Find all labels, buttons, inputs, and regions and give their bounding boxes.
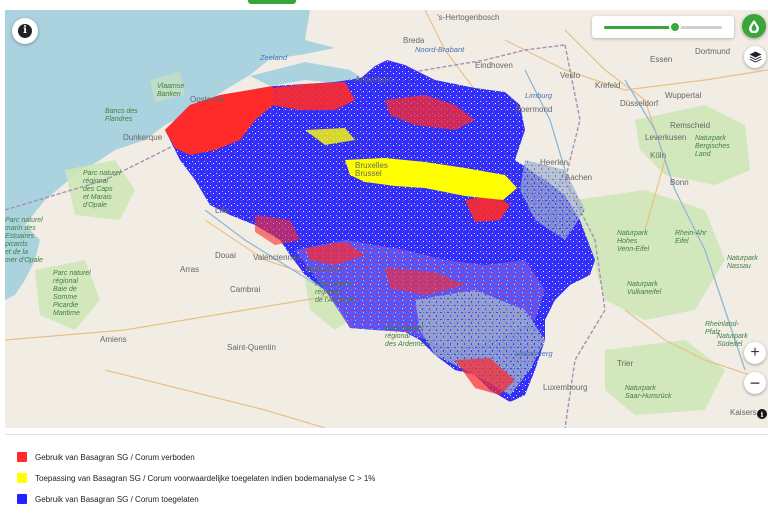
- label-arras: Arras: [180, 265, 199, 274]
- label-wuppertal: Wuppertal: [665, 91, 702, 100]
- label-leverkusen: Leverkusen: [645, 133, 686, 142]
- minus-icon: −: [749, 373, 761, 393]
- legend-label: Gebruik van Basagran SG / Corum toegelat…: [35, 494, 199, 504]
- label-essen: Essen: [650, 55, 672, 64]
- label-eindhoven: Eindhoven: [475, 61, 513, 70]
- label-venlo: Venlo: [560, 71, 581, 80]
- map-viewport[interactable]: 's-Hertogenbosch Breda Noord-Brabant Ein…: [5, 10, 768, 428]
- page: 's-Hertogenbosch Breda Noord-Brabant Ein…: [0, 0, 768, 512]
- label-letzebuerg: Lëtzebuerg: [515, 349, 553, 358]
- legend-item-conditional: Toepassing van Basagran SG / Corum voorw…: [17, 471, 375, 485]
- label-dunkerque: Dunkerque: [123, 133, 163, 142]
- legend-item-forbidden: Gebruik van Basagran SG / Corum verboden: [17, 450, 195, 464]
- attribution-icon: i: [760, 409, 764, 419]
- label-cambrai: Cambrai: [230, 285, 260, 294]
- map-canvas[interactable]: 's-Hertogenbosch Breda Noord-Brabant Ein…: [5, 10, 768, 428]
- label-valenciennes: Valenciennes: [253, 253, 300, 262]
- legend-label: Toepassing van Basagran SG / Corum voorw…: [35, 473, 376, 483]
- opacity-slider[interactable]: [592, 16, 734, 38]
- legend-swatch-blue: [17, 494, 27, 504]
- layers-button[interactable]: [744, 46, 766, 68]
- legend-swatch-red: [17, 452, 27, 462]
- opacity-slider-thumb[interactable]: [668, 21, 681, 33]
- label-koln: Köln: [650, 151, 666, 160]
- label-oostende: Oostende: [190, 95, 225, 104]
- label-antwerpen: Antwerpen: [355, 75, 393, 84]
- top-tab[interactable]: [248, 0, 296, 4]
- label-maubeuge: Maubeuge: [305, 265, 343, 274]
- label-zeeland: Zeeland: [259, 53, 288, 62]
- label-saint-quentin: Saint-Quentin: [227, 343, 276, 352]
- label-lille: Lille: [215, 206, 230, 215]
- label-luxembourg: Luxembourg: [543, 383, 587, 392]
- zoom-out-button[interactable]: −: [744, 372, 766, 394]
- layers-icon: [749, 51, 761, 63]
- label-noord-brabant: Noord-Brabant: [415, 45, 465, 54]
- label-remscheid: Remscheid: [670, 121, 710, 130]
- label-krefeld: Krefeld: [595, 81, 620, 90]
- attribution-button[interactable]: i: [757, 409, 767, 419]
- label-limburg: Limburg: [525, 91, 553, 100]
- label-heerlen: Heerlen: [540, 158, 568, 167]
- opacity-slider-fill: [604, 26, 675, 29]
- plus-icon: +: [750, 344, 760, 361]
- info-icon: i: [18, 24, 32, 38]
- label-douai: Douai: [215, 251, 236, 260]
- label-breda: Breda: [403, 36, 425, 45]
- label-roermond: Roermond: [515, 105, 552, 114]
- drop-icon: [749, 20, 759, 33]
- label-bonn: Bonn: [670, 178, 689, 187]
- legend-swatch-yellow: [17, 473, 27, 483]
- zoom-in-button[interactable]: +: [744, 342, 766, 364]
- info-button[interactable]: i: [12, 18, 38, 44]
- label-naturpark-vulkaneifel: Naturpark Vulkaneifel: [627, 281, 662, 296]
- label-kaisers: Kaisers: [730, 408, 757, 417]
- label-aachen: Aachen: [565, 173, 592, 182]
- legend-label: Gebruik van Basagran SG / Corum verboden: [35, 452, 195, 462]
- label-trier: Trier: [617, 359, 633, 368]
- label-vlaamse-banken: Vlaamse Banken: [157, 83, 184, 98]
- label-dusseldorf: Düsseldorf: [620, 99, 659, 108]
- opacity-slider-track[interactable]: [604, 21, 722, 33]
- legend-item-allowed: Gebruik van Basagran SG / Corum toegelat…: [17, 492, 199, 506]
- label-dortmund: Dortmund: [695, 47, 730, 56]
- label-s-hertogenbosch: 's-Hertogenbosch: [437, 13, 499, 22]
- basemap-toggle-button[interactable]: [742, 14, 766, 38]
- label-amiens: Amiens: [100, 335, 127, 344]
- legend: Gebruik van Basagran SG / Corum verboden…: [5, 434, 768, 513]
